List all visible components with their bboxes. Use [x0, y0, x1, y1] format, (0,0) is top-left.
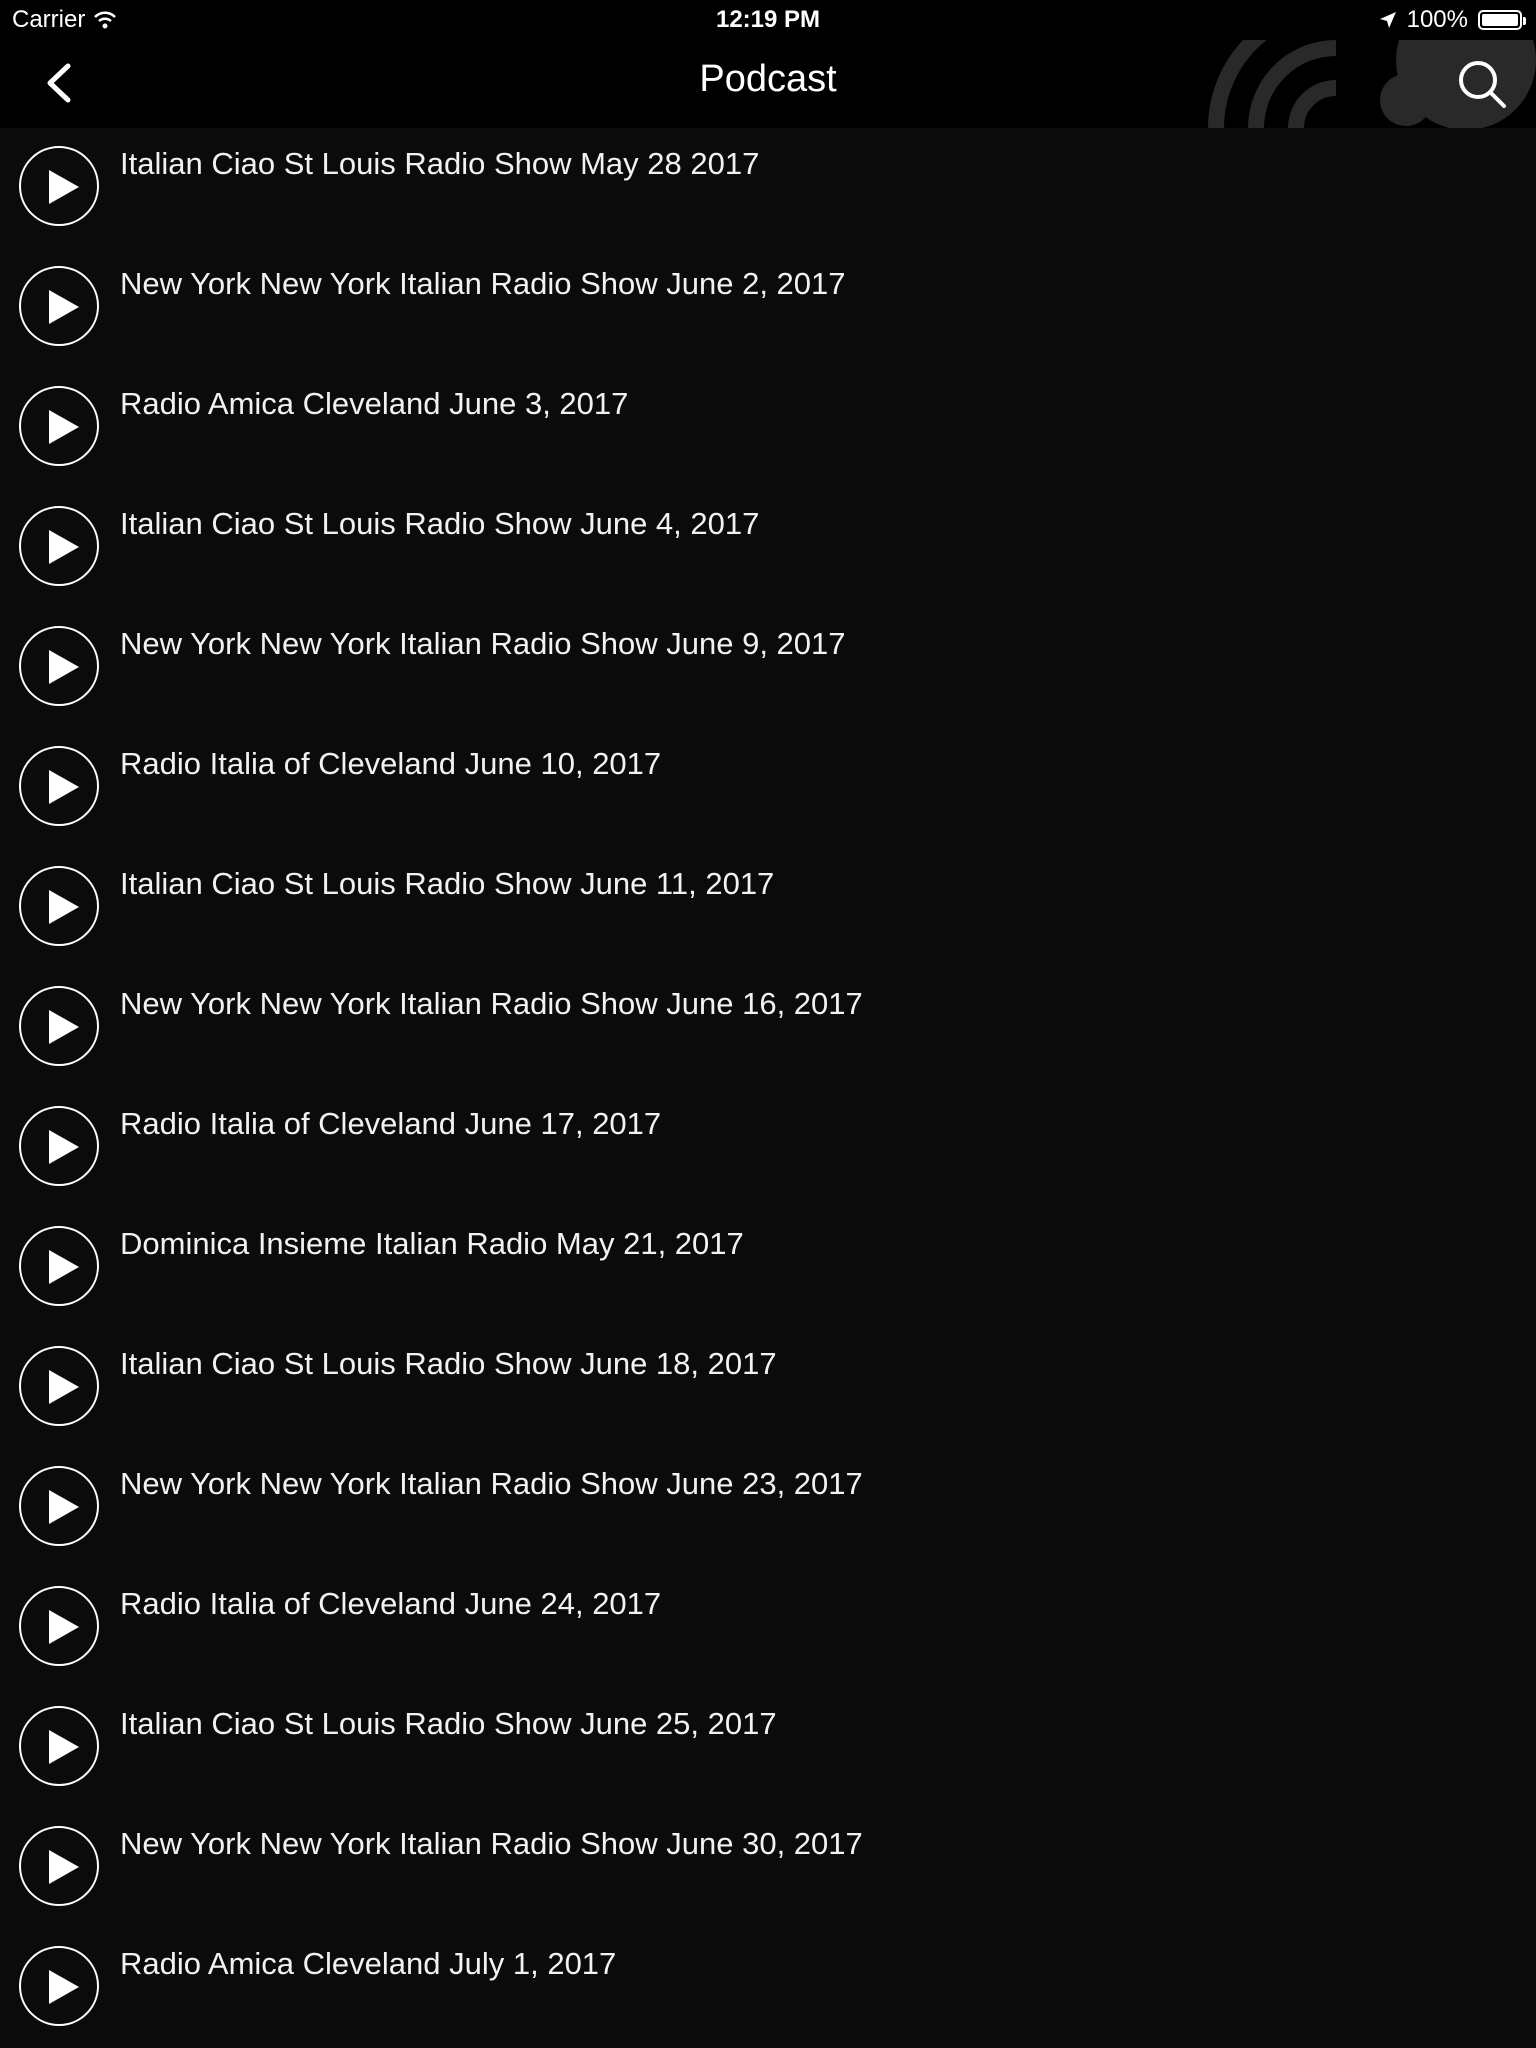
- episode-row[interactable]: New York New York Italian Radio Show Jun…: [0, 248, 1536, 368]
- episode-row[interactable]: New York New York Italian Radio Show Jun…: [0, 608, 1536, 728]
- status-time: 12:19 PM: [715, 6, 821, 33]
- episode-row[interactable]: Italian Ciao St Louis Radio Show June 25…: [0, 1688, 1536, 1808]
- episode-row[interactable]: Italian Ciao St Louis Radio Show June 18…: [0, 1328, 1536, 1448]
- play-button[interactable]: [19, 626, 99, 706]
- battery-percent: 100%: [1406, 6, 1468, 33]
- play-icon: [49, 410, 79, 444]
- play-button[interactable]: [19, 266, 99, 346]
- battery-level: [1482, 14, 1518, 26]
- episode-row[interactable]: New York New York Italian Radio Show Jun…: [0, 968, 1536, 1088]
- play-icon: [49, 890, 79, 924]
- episode-title: Radio Italia of Cleveland June 10, 2017: [120, 746, 662, 781]
- episode-row[interactable]: Dominica Insieme Italian Radio May 21, 2…: [0, 1208, 1536, 1328]
- play-icon: [49, 1130, 79, 1164]
- episode-row[interactable]: Radio Italia of Cleveland June 17, 2017: [0, 1088, 1536, 1208]
- search-icon: [1459, 61, 1506, 108]
- episode-title: New York New York Italian Radio Show Jun…: [120, 626, 846, 661]
- episode-title: Italian Ciao St Louis Radio Show June 25…: [120, 1706, 777, 1741]
- play-button[interactable]: [19, 866, 99, 946]
- episode-row[interactable]: Radio Amica Cleveland June 3, 2017: [0, 368, 1536, 488]
- episode-row[interactable]: Italian Ciao St Louis Radio Show May 28 …: [0, 128, 1536, 248]
- episode-title: New York New York Italian Radio Show Jun…: [120, 266, 846, 301]
- episode-title: Dominica Insieme Italian Radio May 21, 2…: [120, 1226, 744, 1261]
- play-icon: [49, 1970, 79, 2004]
- episode-row[interactable]: Italian Ciao St Louis Radio Show June 4,…: [0, 488, 1536, 608]
- episode-row[interactable]: Radio Italia of Cleveland June 24, 2017: [0, 1568, 1536, 1688]
- play-icon: [49, 1010, 79, 1044]
- play-button[interactable]: [19, 1106, 99, 1186]
- play-button[interactable]: [19, 1946, 99, 2026]
- play-icon: [49, 1730, 79, 1764]
- episode-title: Radio Italia of Cleveland June 17, 2017: [120, 1106, 662, 1141]
- page-title: Podcast: [699, 58, 837, 100]
- episode-title: New York New York Italian Radio Show Jun…: [120, 986, 863, 1021]
- episode-row[interactable]: Italian Ciao St Louis Radio Show June 11…: [0, 848, 1536, 968]
- play-icon: [49, 650, 79, 684]
- status-bar: Carrier 12:19 PM 100%: [0, 0, 1536, 40]
- episode-list: Italian Ciao St Louis Radio Show May 28 …: [0, 128, 1536, 2048]
- search-button[interactable]: [1454, 56, 1510, 112]
- play-icon: [49, 1850, 79, 1884]
- play-icon: [49, 1370, 79, 1404]
- episode-title: Radio Amica Cleveland July 1, 2017: [120, 1946, 617, 1981]
- play-button[interactable]: [19, 1346, 99, 1426]
- play-button[interactable]: [19, 1466, 99, 1546]
- play-button[interactable]: [19, 506, 99, 586]
- play-button[interactable]: [19, 986, 99, 1066]
- episode-title: New York New York Italian Radio Show Jun…: [120, 1826, 863, 1861]
- battery-icon: [1478, 10, 1526, 30]
- episode-title: Italian Ciao St Louis Radio Show June 18…: [120, 1346, 777, 1381]
- play-button[interactable]: [19, 146, 99, 226]
- play-icon: [49, 170, 79, 204]
- play-icon: [49, 1490, 79, 1524]
- episode-title: Radio Amica Cleveland June 3, 2017: [120, 386, 629, 421]
- episode-row[interactable]: New York New York Italian Radio Show Jun…: [0, 1808, 1536, 1928]
- episode-row[interactable]: Radio Amica Cleveland July 1, 2017: [0, 1928, 1536, 2048]
- play-icon: [49, 530, 79, 564]
- play-button[interactable]: [19, 1706, 99, 1786]
- play-icon: [49, 770, 79, 804]
- location-arrow-icon: [1379, 12, 1396, 28]
- episode-title: Italian Ciao St Louis Radio Show May 28 …: [120, 146, 760, 181]
- episode-title: New York New York Italian Radio Show Jun…: [120, 1466, 863, 1501]
- play-icon: [49, 1250, 79, 1284]
- play-button[interactable]: [19, 386, 99, 466]
- play-icon: [49, 290, 79, 324]
- play-button[interactable]: [19, 746, 99, 826]
- play-button[interactable]: [19, 1826, 99, 1906]
- status-right-group: 100%: [1379, 6, 1526, 34]
- episode-row[interactable]: Radio Italia of Cleveland June 10, 2017: [0, 728, 1536, 848]
- episode-row[interactable]: New York New York Italian Radio Show Jun…: [0, 1448, 1536, 1568]
- episode-title: Radio Italia of Cleveland June 24, 2017: [120, 1586, 662, 1621]
- play-icon: [49, 1610, 79, 1644]
- episode-title: Italian Ciao St Louis Radio Show June 11…: [120, 866, 775, 901]
- play-button[interactable]: [19, 1226, 99, 1306]
- episode-title: Italian Ciao St Louis Radio Show June 4,…: [120, 506, 760, 541]
- play-button[interactable]: [19, 1586, 99, 1666]
